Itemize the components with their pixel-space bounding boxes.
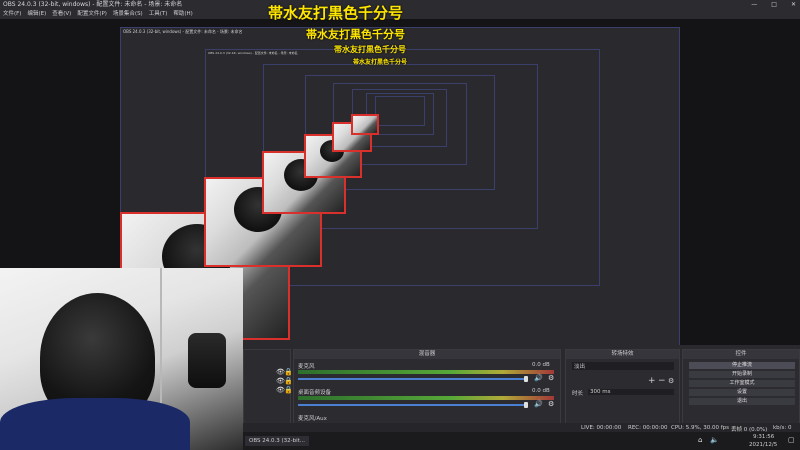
overlay-text: 帯水友打黒色千分号 <box>334 45 406 54</box>
add-transition-button[interactable]: + <box>648 376 656 386</box>
clock-time: 9:31:56 <box>753 434 775 440</box>
studio-mode-button[interactable]: 工作室模式 <box>689 380 795 387</box>
volume-slider-handle[interactable] <box>524 402 528 408</box>
notification-icon[interactable]: ▢ <box>788 436 795 444</box>
kbps: kb/s: 0 <box>773 425 792 431</box>
transition-select[interactable]: 淡出 <box>572 362 674 370</box>
transitions-dock: 转场特效 淡出 + − ⚙ 时长 300 ms <box>565 349 680 425</box>
remove-transition-button[interactable]: − <box>658 376 666 386</box>
volume-icon[interactable]: 🔈 <box>710 436 719 444</box>
menu-help[interactable]: 帮助(H) <box>173 10 192 19</box>
speaker-icon[interactable]: 🔊 <box>534 400 543 408</box>
exit-button[interactable]: 退出 <box>689 398 795 405</box>
maximize-button[interactable]: □ <box>771 0 777 10</box>
microphone <box>188 333 226 388</box>
lock-icon[interactable]: 🔒 <box>284 377 293 385</box>
window-controls: — □ ✕ <box>751 0 796 10</box>
overlay-text: 帯水友打黒色千分号 <box>353 59 408 66</box>
nested-obs-window <box>375 96 425 126</box>
duration-input[interactable]: 300 ms <box>588 389 674 395</box>
clock-date: 2021/12/5 <box>749 442 778 448</box>
live-time: LIVE: 00:00:00 <box>581 425 622 431</box>
network-icon[interactable]: ⌂ <box>698 436 702 444</box>
rec-time: REC: 00:00:00 <box>628 425 668 431</box>
lock-icon[interactable]: 🔒 <box>284 368 293 376</box>
webcam-source <box>0 268 243 450</box>
menu-edit[interactable]: 编辑(E) <box>27 10 46 19</box>
volume-meter <box>298 370 554 374</box>
window-title: OBS 24.0.3 (32-bit, windows) - 配置文件: 未命名… <box>3 1 183 8</box>
menu-file[interactable]: 文件(F) <box>3 10 21 19</box>
overlay-text: 帯水友打黒色千分号 <box>268 4 404 22</box>
menu-profile[interactable]: 配置文件(P) <box>77 10 107 19</box>
duration-label: 时长 <box>572 391 584 397</box>
gear-icon[interactable]: ⚙ <box>548 400 554 408</box>
controls-dock: 控件 停止推流 开始录制 工作室模式 设置 退出 <box>682 349 800 425</box>
mixer-track-name: 桌面音频设备 <box>298 390 332 396</box>
speaker-icon[interactable]: 🔊 <box>534 374 543 382</box>
taskbar: OBS 24.0.3 (32-bit... ⌂ 🔈 9:31:56 2021/1… <box>243 432 800 450</box>
settings-button[interactable]: 设置 <box>689 389 795 396</box>
volume-slider-handle[interactable] <box>524 376 528 382</box>
record-button[interactable]: 开始录制 <box>689 371 795 378</box>
mixer-track-db: 0.0 dB <box>532 388 550 394</box>
stream-button[interactable]: 停止推流 <box>689 362 795 369</box>
menu-scene-collection[interactable]: 场景集合(S) <box>113 10 143 19</box>
sources-dock: 👁 🔒 👁 🔒 👁 🔒 <box>243 349 293 425</box>
transitions-header: 转场特效 <box>566 350 679 359</box>
volume-slider[interactable] <box>298 378 528 380</box>
controls-header: 控件 <box>683 350 799 359</box>
audio-mixer-dock: 混音器 麦克风 0.0 dB 🔊 ⚙ 桌面音频设备 0.0 dB 🔊 ⚙ 麦克风… <box>293 349 561 425</box>
cpu-fps: CPU: 5.9%, 30.00 fps <box>671 425 730 431</box>
taskbar-obs-app[interactable]: OBS 24.0.3 (32-bit... <box>245 436 310 446</box>
transition-settings-gear-icon[interactable]: ⚙ <box>668 377 674 385</box>
overlay-text: 帯水友打黒色千分号 <box>306 28 405 41</box>
volume-meter <box>298 396 554 400</box>
mixer-header: 混音器 <box>294 350 560 359</box>
nested-camera-frame <box>351 114 379 135</box>
menu-view[interactable]: 查看(V) <box>52 10 71 19</box>
menu-tools[interactable]: 工具(T) <box>149 10 168 19</box>
person-shirt <box>0 398 190 450</box>
mixer-track-name: 麦克风/Aux <box>298 416 327 422</box>
nested-window-title: OBS 24.0.3 (32-bit, windows) - 配置文件: 未命名… <box>123 29 243 34</box>
minimize-button[interactable]: — <box>751 0 757 10</box>
close-button[interactable]: ✕ <box>791 0 796 10</box>
gear-icon[interactable]: ⚙ <box>548 374 554 382</box>
lock-icon[interactable]: 🔒 <box>284 386 293 394</box>
mixer-track-name: 麦克风 <box>298 364 315 370</box>
mixer-track-db: 0.0 dB <box>532 362 550 368</box>
volume-slider[interactable] <box>298 404 528 406</box>
nested-window-title: OBS 24.0.3 (32-bit, windows) - 配置文件: 未命名… <box>208 51 298 55</box>
